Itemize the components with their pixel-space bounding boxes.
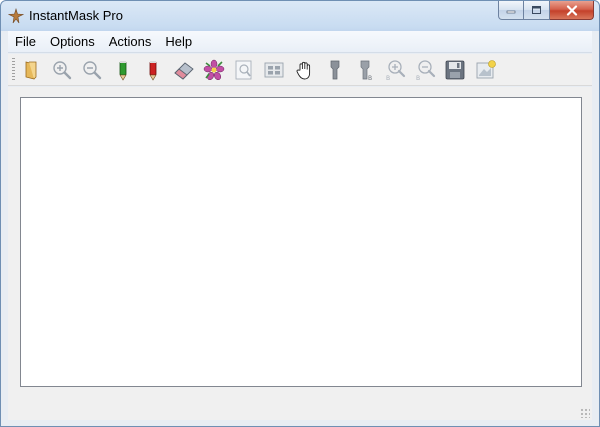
zoom-out-icon [83,61,102,80]
zoom-out-button[interactable] [80,57,104,83]
save-button[interactable] [443,57,467,83]
minimize-button[interactable] [498,1,524,20]
fit-view-button[interactable] [262,57,286,83]
export-button[interactable] [474,57,498,83]
eraser-button[interactable] [172,57,196,83]
hand-pan-button[interactable] [293,57,317,83]
maximize-button[interactable] [524,1,550,20]
zoom-in-b-button[interactable]: B [383,57,407,83]
eraser-icon [174,62,194,80]
flower-button[interactable] [202,57,226,83]
green-pencil-button[interactable] [111,57,135,83]
window-title: InstantMask Pro [29,8,123,23]
toolbar-grip[interactable] [12,58,15,82]
menu-options[interactable]: Options [43,32,102,52]
image-canvas[interactable] [20,97,582,387]
close-icon [566,4,577,16]
preview-button[interactable] [232,57,256,83]
app-icon [7,7,25,24]
menu-file[interactable]: File [8,32,43,52]
menu-bar: File Options Actions Help [8,31,592,53]
save-icon [445,60,465,80]
zoom-out-b-button[interactable]: B [413,57,437,83]
zoom-out-b-icon: B [416,60,436,81]
zoom-in-button[interactable] [50,57,74,83]
red-pencil-button[interactable] [141,57,165,83]
red-pencil-icon [149,61,157,81]
zoom-in-icon [53,61,72,80]
brush-button[interactable] [323,57,347,83]
svg-text:B: B [386,75,390,81]
fit-view-icon [264,62,284,78]
brush-b-button[interactable]: B [353,57,377,83]
resize-grip[interactable] [580,408,590,418]
open-button[interactable] [19,57,43,83]
app-window: InstantMask Pro File Options Actions Hel… [0,0,600,427]
svg-text:B: B [368,75,372,81]
minimize-icon [506,10,516,14]
client-area [8,87,592,420]
green-pencil-icon [119,61,127,81]
export-icon [476,60,496,79]
maximize-icon [532,6,541,14]
caption-buttons [498,1,594,21]
hand-pan-icon [296,61,311,80]
preview-icon [235,60,252,80]
close-button[interactable] [550,1,594,20]
open-folder-icon [25,61,37,80]
svg-text:B: B [416,75,420,81]
title-bar[interactable]: InstantMask Pro [1,1,599,31]
zoom-in-b-icon: B [386,60,406,81]
menu-actions[interactable]: Actions [102,32,159,52]
toolbar: B B B [8,54,592,86]
brush-b-icon: B [360,60,372,81]
menu-help[interactable]: Help [158,32,199,52]
brush-icon [330,60,340,80]
flower-icon [203,59,225,81]
